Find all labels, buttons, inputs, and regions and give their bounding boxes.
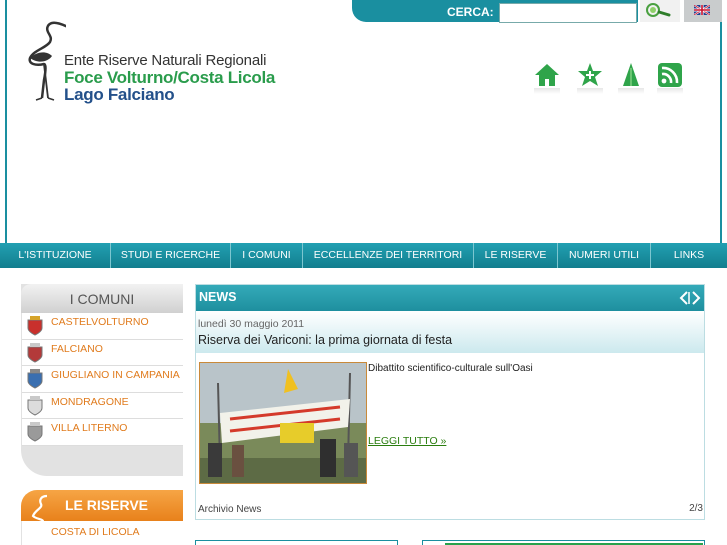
news-title: NEWS	[199, 290, 237, 304]
riserve-box-title: LE RISERVE	[21, 490, 183, 545]
comune-name: FALCIANO	[51, 342, 103, 355]
heron-logo-icon	[28, 21, 66, 101]
crest-icon	[27, 395, 43, 416]
search-input[interactable]	[499, 3, 637, 23]
comune-item-falciano[interactable]: FALCIANO	[22, 339, 183, 366]
home-icon[interactable]	[534, 62, 560, 94]
riserve-title-text: LE RISERVE	[65, 497, 148, 513]
crest-icon	[27, 422, 43, 442]
crest-icon	[27, 342, 43, 363]
tree-icon-graphic	[623, 63, 639, 86]
rss-icon-reflection	[657, 88, 683, 94]
tree-icon[interactable]	[618, 62, 644, 94]
comune-item-castelvolturno[interactable]: CASTELVOLTURNO	[22, 313, 183, 340]
news-pagination: 2/3	[689, 503, 703, 514]
nav-item-comuni[interactable]: I COMUNI	[231, 243, 303, 268]
news-arrows-icon[interactable]	[678, 290, 702, 306]
comuni-box: I COMUNI CASTELVOLTURNO FALCIANO GIUGLIA…	[21, 284, 183, 476]
news-item-header: lunedì 30 maggio 2011 Riserva dei Varico…	[196, 311, 704, 353]
tree-icon-reflection	[618, 88, 644, 94]
bottom-box-left	[195, 540, 398, 545]
nav-item-numeri-utili[interactable]: NUMERI UTILI	[558, 243, 651, 268]
uk-flag-icon	[694, 5, 710, 15]
star-icon-reflection	[577, 88, 603, 94]
site-logo[interactable]: Ente Riserve Naturali Regionali Foce Vol…	[26, 20, 286, 106]
search-button[interactable]	[640, 0, 680, 22]
rss-icon-graphic	[658, 63, 682, 87]
comune-item-mondragone[interactable]: MONDRAGONE	[22, 392, 183, 419]
header: Ente Riserve Naturali Regionali Foce Vol…	[0, 0, 727, 243]
search-go-icon	[646, 3, 671, 17]
news-header: NEWS	[196, 285, 704, 311]
main-nav: L'ISTITUZIONE STUDI E RICERCHE I COMUNI …	[0, 243, 727, 268]
nav-item-eccellenze[interactable]: ECCELLENZE DEI TERRITORI	[303, 243, 474, 268]
comune-item-villa-literno[interactable]: VILLA LITERNO	[22, 419, 183, 446]
crest-icon	[27, 369, 43, 389]
bottom-box-right	[422, 540, 705, 545]
news-archive-link[interactable]: Archivio News	[198, 504, 261, 515]
rss-icon[interactable]	[657, 62, 683, 94]
header-frame-right	[720, 0, 722, 243]
comune-name: MONDRAGONE	[51, 395, 129, 408]
home-icon-graphic	[535, 64, 559, 86]
star-icon-graphic	[578, 63, 602, 86]
logo-text: Ente Riserve Naturali Regionali Foce Vol…	[64, 52, 275, 103]
header-frame-left	[5, 0, 7, 243]
riserve-box: LE RISERVE COSTA DI LICOLA	[21, 490, 183, 545]
comune-name: CASTELVOLTURNO	[51, 316, 149, 328]
crest-icon	[27, 316, 43, 336]
news-box: NEWS lunedì 30 maggio 2011 Riserva dei V…	[195, 284, 705, 520]
comuni-list: CASTELVOLTURNO FALCIANO GIUGLIANO IN CAM…	[22, 313, 183, 446]
language-switch[interactable]	[684, 0, 722, 22]
news-date: lunedì 30 maggio 2011	[198, 318, 305, 330]
news-photo[interactable]	[199, 362, 367, 484]
nav-item-links[interactable]: LINKS	[651, 243, 727, 268]
search-bar: CERCA:	[352, 0, 638, 23]
left-sidebar: I COMUNI CASTELVOLTURNO FALCIANO GIUGLIA…	[21, 284, 183, 545]
comuni-box-title: I COMUNI	[21, 284, 183, 313]
logo-line-1: Ente Riserve Naturali Regionali	[64, 52, 267, 69]
news-description: Dibattito scientifico-culturale sull'Oas…	[368, 363, 533, 374]
comune-name: GIUGLIANO IN CAMPANIA	[51, 369, 180, 381]
nav-item-studi-e-ricerche[interactable]: STUDI E RICERCHE	[111, 243, 231, 268]
nav-item-riserve[interactable]: LE RISERVE	[474, 243, 558, 268]
comune-item-giugliano[interactable]: GIUGLIANO IN CAMPANIA	[22, 366, 183, 393]
comune-name: VILLA LITERNO	[51, 422, 128, 434]
star-icon[interactable]	[577, 62, 603, 94]
logo-line-2: Foce Volturno/Costa Licola	[64, 68, 276, 87]
riserve-item-name: COSTA DI LICOLA	[51, 526, 140, 538]
news-photo-image	[200, 363, 366, 483]
search-label: CERCA:	[447, 5, 494, 19]
riserve-item-costa-di-licola[interactable]: COSTA DI LICOLA	[21, 521, 183, 545]
logo-line-3: Lago Falciano	[64, 85, 175, 104]
news-headline[interactable]: Riserva dei Variconi: la prima giornata …	[198, 333, 452, 347]
read-more-link[interactable]: LEGGI TUTTO »	[368, 435, 446, 447]
nav-item-istituzione[interactable]: L'ISTITUZIONE	[0, 243, 111, 268]
home-icon-reflection	[534, 88, 560, 94]
